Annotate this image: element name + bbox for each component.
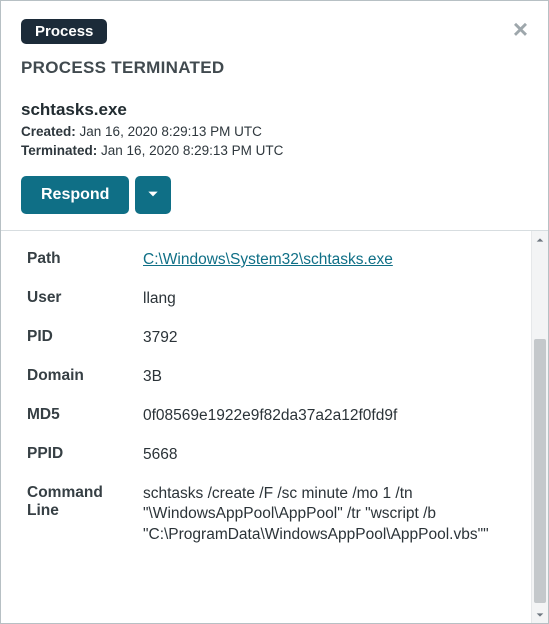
pid-value: 3792	[143, 328, 519, 349]
ppid-label: PPID	[27, 445, 143, 466]
details-scroll-area[interactable]: Path C:\Windows\System32\schtasks.exe Us…	[1, 231, 531, 623]
detail-row-cmdline: Command Line schtasks /create /F /sc min…	[1, 475, 531, 556]
ppid-value: 5668	[143, 445, 519, 466]
process-name: schtasks.exe	[21, 100, 528, 120]
detail-row-path: Path C:\Windows\System32\schtasks.exe	[1, 241, 531, 280]
user-value: llang	[143, 289, 519, 310]
respond-button[interactable]: Respond	[21, 176, 129, 214]
created-label: Created:	[21, 124, 76, 139]
path-link[interactable]: C:\Windows\System32\schtasks.exe	[143, 251, 393, 268]
scroll-down-arrow-icon[interactable]	[532, 606, 548, 623]
pid-label: PID	[27, 328, 143, 349]
detail-row-md5: MD5 0f08569e1922e9f82da37a2a12f0fd9f	[1, 397, 531, 436]
user-label: User	[27, 289, 143, 310]
domain-label: Domain	[27, 367, 143, 388]
header-row: Process ×	[21, 19, 528, 44]
scrollbar-track[interactable]	[531, 231, 548, 623]
cmdline-label: Command Line	[27, 484, 143, 547]
detail-row-ppid: PPID 5668	[1, 436, 531, 475]
terminated-label: Terminated:	[21, 143, 97, 158]
respond-dropdown-button[interactable]	[135, 176, 171, 214]
scroll-up-arrow-icon[interactable]	[532, 231, 548, 248]
md5-value: 0f08569e1922e9f82da37a2a12f0fd9f	[143, 406, 519, 427]
scrollbar-thumb[interactable]	[534, 339, 546, 603]
domain-value: 3B	[143, 367, 519, 388]
cmdline-value: schtasks /create /F /sc minute /mo 1 /tn…	[143, 484, 519, 547]
respond-button-group: Respond	[21, 176, 528, 214]
status-title: PROCESS TERMINATED	[21, 58, 528, 78]
md5-label: MD5	[27, 406, 143, 427]
detail-row-domain: Domain 3B	[1, 358, 531, 397]
detail-row-user: User llang	[1, 280, 531, 319]
path-label: Path	[27, 250, 143, 271]
created-line: Created: Jan 16, 2020 8:29:13 PM UTC	[21, 124, 528, 139]
details-section: Path C:\Windows\System32\schtasks.exe Us…	[1, 231, 548, 623]
chevron-down-icon	[146, 187, 160, 204]
close-icon[interactable]: ×	[513, 19, 528, 39]
path-value: C:\Windows\System32\schtasks.exe	[143, 250, 519, 271]
process-badge: Process	[21, 19, 107, 44]
panel-header: Process × PROCESS TERMINATED schtasks.ex…	[1, 1, 548, 231]
detail-row-pid: PID 3792	[1, 319, 531, 358]
terminated-line: Terminated: Jan 16, 2020 8:29:13 PM UTC	[21, 143, 528, 158]
created-value: Jan 16, 2020 8:29:13 PM UTC	[80, 124, 262, 139]
terminated-value: Jan 16, 2020 8:29:13 PM UTC	[101, 143, 283, 158]
